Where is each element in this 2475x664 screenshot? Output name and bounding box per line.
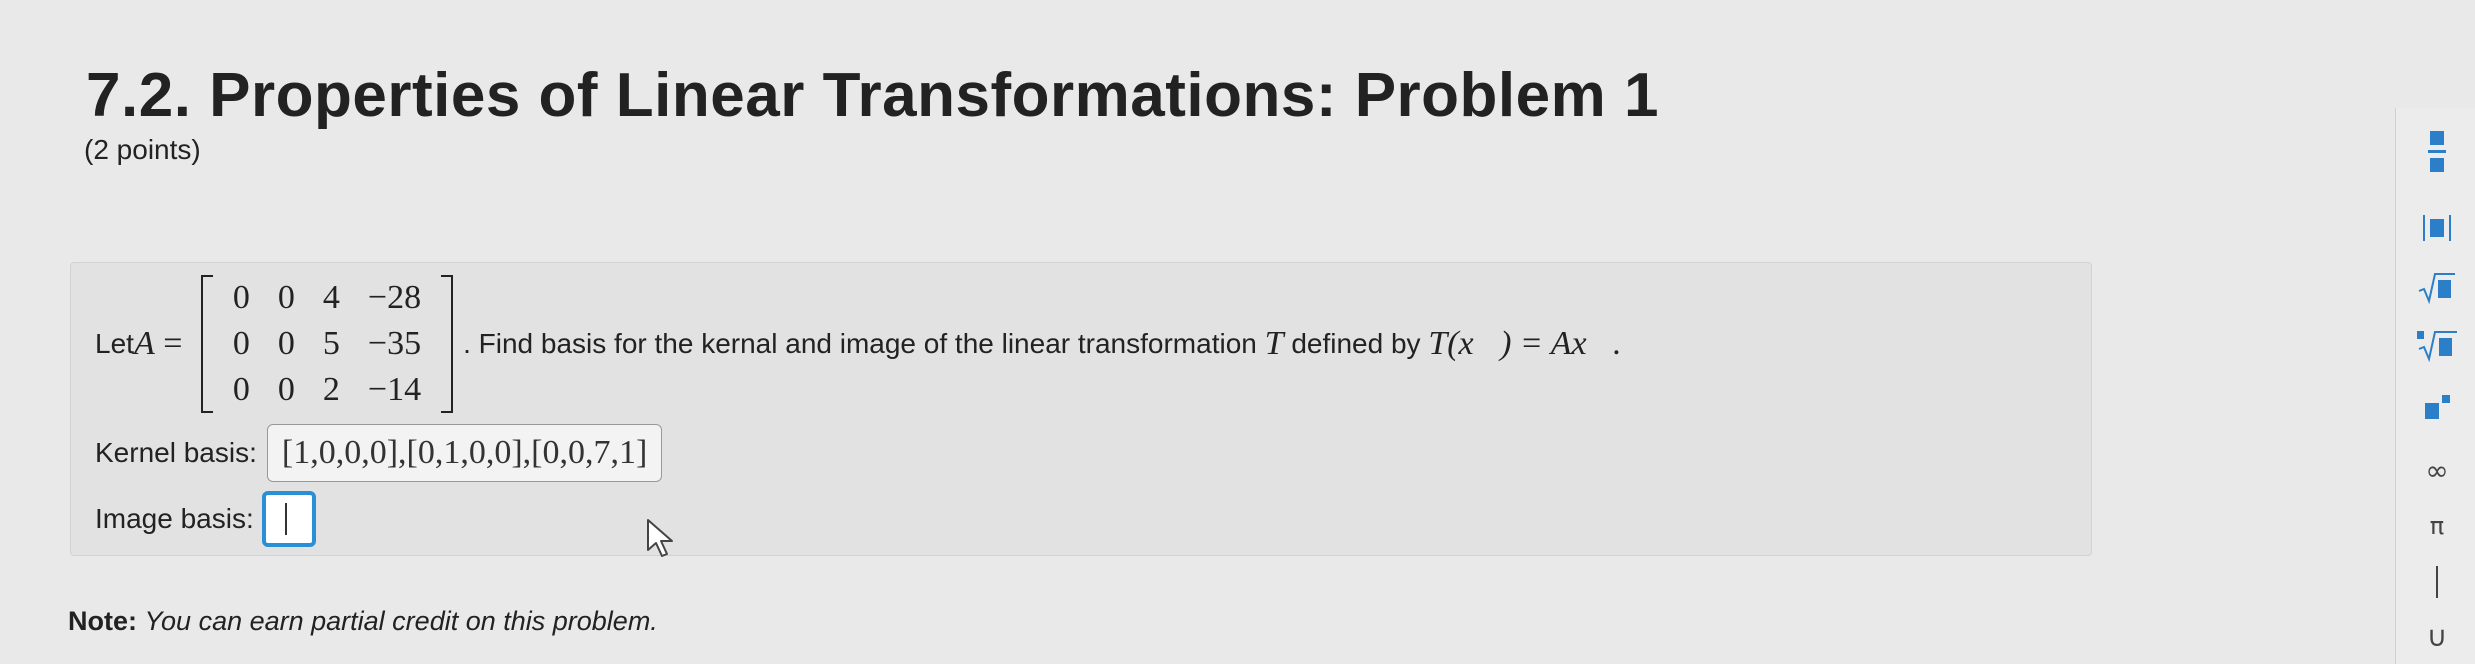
- kernel-answer-field[interactable]: [1,0,0,0],[0,1,0,0],[0,0,7,1]: [266, 424, 663, 482]
- page-title: 7.2. Properties of Linear Transformation…: [86, 61, 1659, 130]
- text-caret: [284, 503, 287, 535]
- matrix-cell: 2: [322, 371, 340, 408]
- kernel-label: Kernel basis:: [95, 437, 257, 468]
- vertical-bar-icon[interactable]: [2406, 558, 2468, 606]
- fraction-icon[interactable]: [2406, 122, 2468, 182]
- problem-statement: Let A = 0 0 4 −28 0 0 5 −35 0 0 2 −14 . …: [95, 273, 1622, 415]
- kernel-row: Kernel basis: [1,0,0,0],[0,1,0,0],[0,0,7…: [95, 423, 663, 483]
- union-icon[interactable]: ∪: [2406, 612, 2468, 660]
- infinity-icon[interactable]: ∞: [2406, 446, 2468, 494]
- math-toolbar: ∞ π ∪: [2395, 108, 2475, 664]
- matrix-cell: 0: [232, 279, 250, 316]
- matrix-cell: 0: [277, 371, 295, 408]
- find-text: . Find basis for the kernal and image of…: [463, 328, 1265, 359]
- image-answer-field[interactable]: [261, 491, 316, 547]
- right-bracket: [441, 275, 454, 413]
- absolute-value-icon[interactable]: [2406, 204, 2468, 252]
- pi-icon[interactable]: π: [2406, 502, 2468, 550]
- left-bracket: [200, 275, 213, 413]
- let-text: Let: [95, 328, 134, 359]
- matrix-cell: −14: [367, 371, 422, 408]
- image-row: Image basis:: [95, 489, 316, 549]
- matrix-cell: 0: [277, 325, 295, 362]
- var-a: A: [133, 325, 155, 362]
- formula: T(x⃗) = Ax⃗.: [1428, 325, 1622, 362]
- note-text: You can earn partial credit on this prob…: [144, 606, 658, 636]
- note-label: Note:: [68, 606, 137, 636]
- image-label: Image basis:: [95, 503, 254, 534]
- matrix-cell: 4: [322, 279, 340, 316]
- matrix-cell: 5: [322, 325, 340, 362]
- problem-panel: Let A = 0 0 4 −28 0 0 5 −35 0 0 2 −14 . …: [70, 262, 2092, 556]
- sqrt-icon[interactable]: [2406, 264, 2468, 312]
- exponent-icon[interactable]: [2406, 384, 2468, 432]
- matrix-cell: 0: [232, 371, 250, 408]
- matrix-cell: 0: [232, 325, 250, 362]
- points-label: (2 points): [84, 134, 201, 165]
- mouse-pointer-icon: [647, 519, 673, 557]
- matrix-a: 0 0 4 −28 0 0 5 −35 0 0 2 −14: [200, 275, 454, 413]
- note: Note: You can earn partial credit on thi…: [68, 606, 658, 637]
- equals-sign: =: [154, 325, 191, 362]
- nth-root-icon[interactable]: [2406, 322, 2468, 370]
- matrix-cell: 0: [277, 279, 295, 316]
- matrix-cell: −35: [367, 325, 422, 362]
- matrix-cell: −28: [367, 279, 422, 316]
- defined-by-text: defined by: [1283, 328, 1429, 359]
- var-t: T: [1264, 325, 1284, 362]
